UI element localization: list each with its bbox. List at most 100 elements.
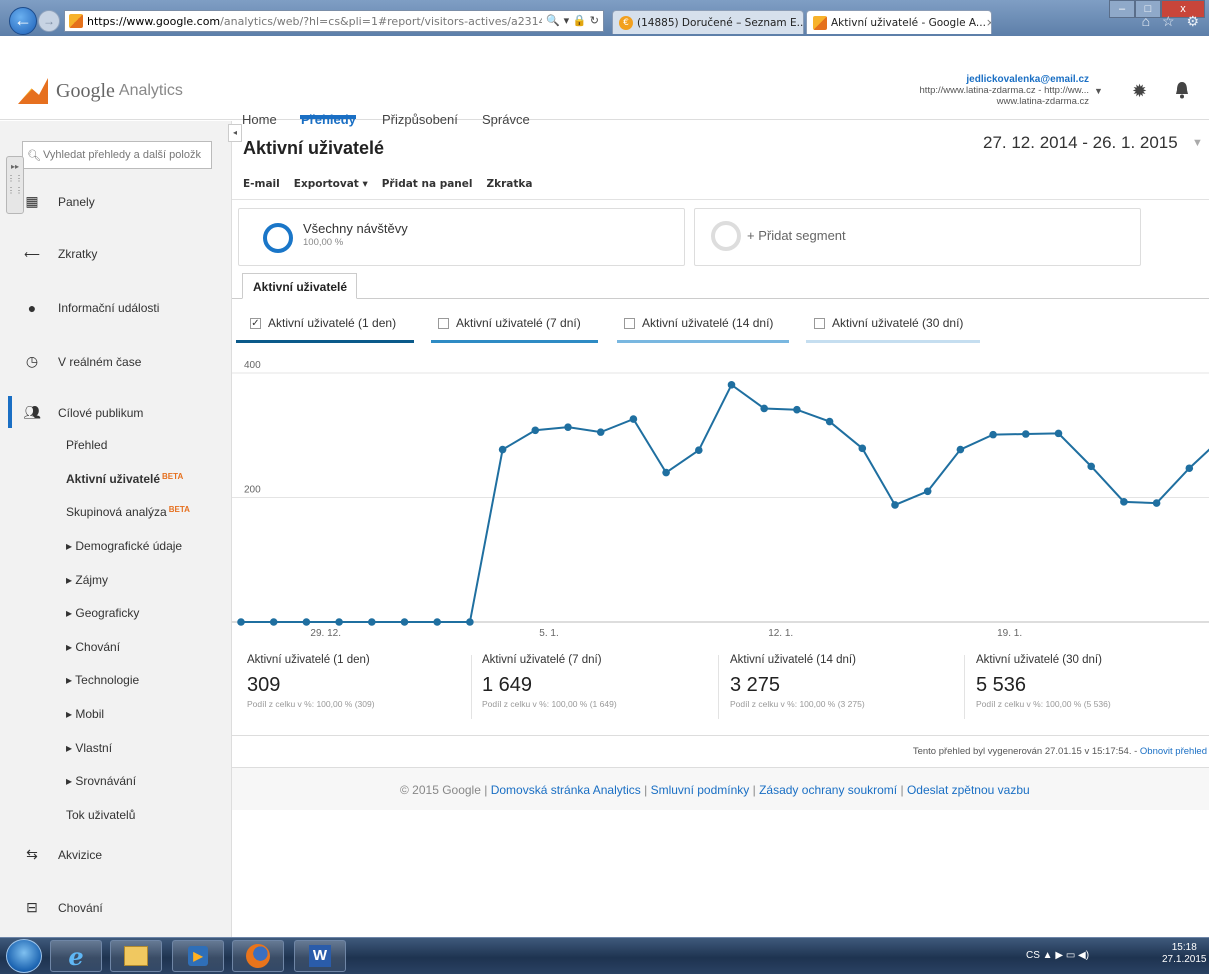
stat-1-den: Aktivní uživatelé (1 den) 309 Podíl z ce… <box>247 654 477 709</box>
sidebar-item-label: Cílové publikum <box>58 405 144 420</box>
sidebar-sub-vlastni[interactable]: ▸ Vlastní <box>66 741 112 755</box>
account-caret-icon[interactable]: ▼ <box>1094 86 1103 96</box>
metric-checkbox-1-den[interactable]: ✓ Aktivní uživatelé (1 den) <box>236 310 414 343</box>
sidebar-item-cilove-publikum[interactable]: 👥︎ Cílové publikum <box>22 404 143 421</box>
tab-close-icon[interactable]: × <box>986 17 991 29</box>
nav-spravce[interactable]: Správce <box>482 112 530 127</box>
sidebar-sub-label: Skupinová analýza <box>66 505 167 519</box>
data-point <box>1120 498 1128 506</box>
sidebar-item-akvizice[interactable]: ⇆ Akvizice <box>22 846 102 863</box>
sidebar-item-panely[interactable]: ▦ Panely <box>22 193 95 210</box>
browser-tab-analytics[interactable]: Aktivní uživatelé - Google A... × <box>806 10 992 34</box>
footer-link-privacy[interactable]: Zásady ochrany soukromí <box>759 783 897 797</box>
add-to-dashboard-button[interactable]: Přidat na panel <box>382 178 473 190</box>
sidebar-sub-skupinova-analyza[interactable]: Skupinová analýza BETA <box>66 505 190 519</box>
footer-link-feedback[interactable]: Odeslat zpětnou vazbu <box>907 783 1030 797</box>
word-icon[interactable]: W <box>294 940 346 972</box>
checkbox[interactable] <box>438 318 449 329</box>
address-bar-icons[interactable]: 🔍 ▾ 🔒 ↻ <box>542 14 599 27</box>
shortcut-button[interactable]: Zkratka <box>487 178 533 190</box>
nav-prizpusobeni[interactable]: Přizpůsobení <box>382 112 458 127</box>
analytics-logo-icon <box>18 78 48 104</box>
sidebar-item-realny-cas[interactable]: ◷ V reálném čase <box>22 353 141 370</box>
shortcut-arrow-icon: ⟵ <box>24 248 40 261</box>
footer-link-terms[interactable]: Smluvní podmínky <box>651 783 750 797</box>
date-range-picker[interactable]: 27. 12. 2014 - 26. 1. 2015 <box>983 133 1178 153</box>
sidebar-item-zkratky[interactable]: ⟵ Zkratky <box>22 247 97 261</box>
sidebar-sub-zajmy[interactable]: ▸ Zájmy <box>66 573 108 587</box>
footer-sep: | <box>897 783 907 797</box>
data-point <box>498 445 507 454</box>
media-player-icon[interactable]: ▶ <box>172 940 224 972</box>
url-host: https://www.google.com <box>87 14 221 28</box>
taskbar-clock[interactable]: 15:18 27.1.2015 <box>1162 942 1207 966</box>
stat-pct: Podíl z celku v %: 100,00 % (1 649) <box>482 699 617 709</box>
checkbox[interactable]: ✓ <box>250 318 261 329</box>
series-line <box>241 383 1209 623</box>
data-point <box>727 381 736 389</box>
sidebar-item-label: Panely <box>58 194 95 209</box>
sidebar-sub-demograficke[interactable]: ▸ Demografické údaje <box>66 539 182 553</box>
date-caret-icon[interactable]: ▼ <box>1192 137 1203 149</box>
data-point <box>335 618 343 626</box>
sidebar-sub-technologie[interactable]: ▸ Technologie <box>66 673 139 687</box>
metric-checkbox-30-dni[interactable]: Aktivní uživatelé (30 dní) <box>806 310 980 343</box>
bell-icon[interactable] <box>1175 80 1189 100</box>
sidebar-sub-mobil[interactable]: ▸ Mobil <box>66 707 104 721</box>
data-point <box>1022 430 1030 438</box>
firefox-icon[interactable] <box>232 940 284 972</box>
footer-link-analytics-home[interactable]: Domovská stránka Analytics <box>491 783 641 797</box>
data-point <box>302 618 311 626</box>
checkbox[interactable] <box>624 318 635 329</box>
minimize-button[interactable]: – <box>1109 0 1135 18</box>
generated-text: Tento přehled byl vygenerován 27.01.15 v… <box>912 746 1138 757</box>
sidebar-item-chovani[interactable]: ⊟ Chování <box>22 899 103 916</box>
checkbox[interactable] <box>814 318 825 329</box>
stat-value: 5 536 <box>976 674 1027 696</box>
data-point <box>793 405 801 414</box>
address-bar[interactable]: https://www.google.com/analytics/web/?hl… <box>64 10 604 32</box>
footer-sep: | <box>749 783 760 797</box>
windows-start-icon[interactable] <box>6 939 42 973</box>
refresh-report-link[interactable]: Obnovit přehled <box>1140 746 1207 757</box>
data-point <box>760 404 768 413</box>
browser-tab-seznam[interactable]: € (14885) Doručené – Seznam E... <box>612 10 804 34</box>
stat-value: 309 <box>247 674 281 696</box>
home-star-gear-icons[interactable]: ⌂ ☆ ⚙ <box>1142 13 1203 30</box>
back-arrow-icon[interactable]: ← <box>9 7 37 35</box>
internet-explorer-icon[interactable]: e <box>50 940 102 972</box>
add-segment-button[interactable]: + Přidat segment <box>694 208 1141 266</box>
sidebar-search-input[interactable]: 🔍︎ Vyhledat přehledy a další položk <box>22 141 212 169</box>
metric-checkbox-14-dni[interactable]: Aktivní uživatelé (14 dní) <box>617 310 789 343</box>
file-explorer-icon[interactable] <box>110 940 162 972</box>
sidebar-sub-chovani[interactable]: ▸ Chování <box>66 640 120 654</box>
sidebar-sub-tok-uzivatelu[interactable]: Tok uživatelů <box>66 808 135 822</box>
email-button[interactable]: E-mail <box>243 178 280 190</box>
sidebar-sub-aktivni-uzivatele[interactable]: Aktivní uživatelé BETA <box>66 472 183 486</box>
data-point <box>629 415 638 423</box>
sidebar-sub-prehled[interactable]: Přehled <box>66 438 107 452</box>
logo-google-text: Google <box>56 79 115 102</box>
x-tick-label: 19. 1. <box>997 628 1022 639</box>
export-button[interactable]: Exportovat ▾ <box>294 178 368 190</box>
sidebar-item-informacni-udalosti[interactable]: ● Informační události <box>22 300 160 316</box>
account-selector[interactable]: jedlickovalenka@email.cz http://www.lati… <box>920 74 1089 107</box>
ga-logo[interactable]: Google Analytics <box>18 78 183 104</box>
forward-arrow-icon[interactable]: → <box>38 10 60 32</box>
metric-checkbox-7-dni[interactable]: Aktivní uživatelé (7 dní) <box>431 310 598 343</box>
sidebar-item-label: Chování <box>58 900 103 915</box>
stat-value: 1 649 <box>482 674 533 696</box>
gear-icon[interactable]: ✹ <box>1132 81 1147 102</box>
beta-badge: BETA <box>162 472 184 481</box>
tab-label: (14885) Doručené – Seznam E... <box>637 16 804 29</box>
sidebar-sub-srovnavani[interactable]: ▸ Srovnávání <box>66 774 136 788</box>
sidebar-collapse-button[interactable]: ◂ <box>228 124 242 142</box>
nav-home[interactable]: Home <box>242 112 277 127</box>
system-tray[interactable]: CS ▲ ▶ ▭ ◀) <box>1026 950 1089 961</box>
metric-label: Aktivní uživatelé (7 dní) <box>456 316 581 330</box>
data-point <box>989 430 997 439</box>
sidebar-sub-geograficky[interactable]: ▸ Geograficky <box>66 606 139 620</box>
segment-all-visits[interactable]: Všechny návštěvy 100,00 % <box>238 208 685 266</box>
tab-aktivni-uzivatele[interactable]: Aktivní uživatelé <box>242 273 357 299</box>
data-point <box>825 417 834 426</box>
